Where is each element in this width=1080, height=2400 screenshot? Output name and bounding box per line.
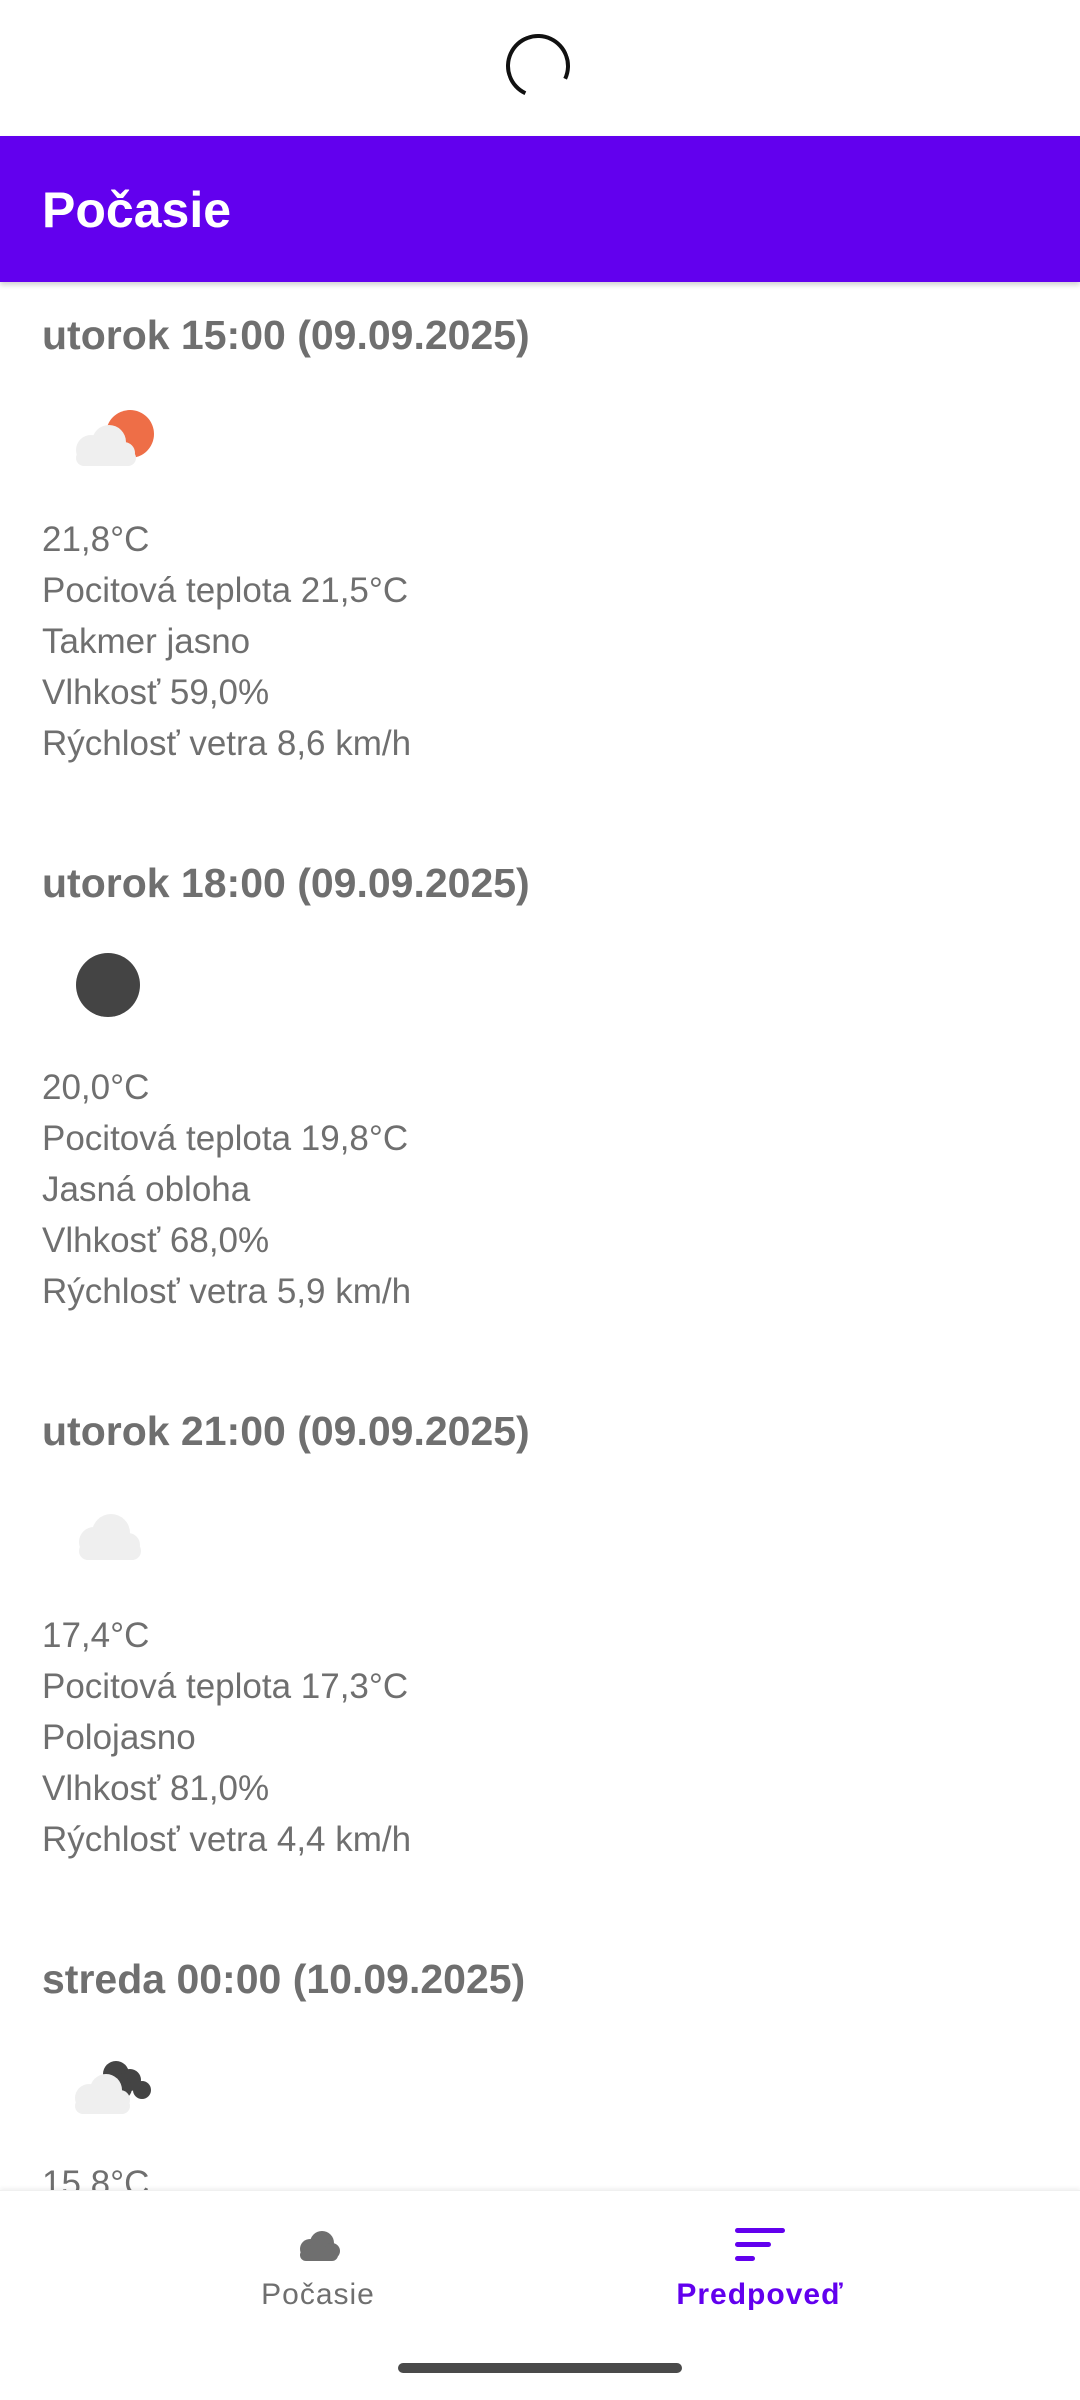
forecast-time-heading: utorok 15:00 (09.09.2025)	[42, 312, 530, 358]
bottom-navigation: Počasie Predpoveď	[0, 2190, 1080, 2400]
temperature-text: 15,8°C	[42, 2164, 150, 2190]
cloudy-night-icon	[75, 2061, 151, 2114]
temperature-text: 20,0°C	[42, 1068, 150, 1107]
forecast-time-heading: streda 00:00 (10.09.2025)	[42, 1956, 526, 2002]
feels-like-text: Pocitová teplota 21,5°C	[42, 571, 409, 610]
wind-speed-text: Rýchlosť vetra 8,6 km/h	[42, 724, 412, 763]
feels-like-text: Pocitová teplota 17,3°C	[42, 1667, 409, 1706]
wind-speed-text: Rýchlosť vetra 5,9 km/h	[42, 1272, 412, 1311]
loading-spinner	[496, 24, 580, 108]
description-text: Jasná obloha	[42, 1170, 251, 1209]
app-bar-title: Počasie	[42, 182, 232, 238]
wind-speed-text: Rýchlosť vetra 4,4 km/h	[42, 1820, 412, 1859]
refresh-area	[0, 0, 1080, 136]
nav-label-predpoved: Predpoveď	[676, 2278, 844, 2311]
nav-label-pocasie: Počasie	[261, 2278, 375, 2311]
humidity-text: Vlhkosť 81,0%	[42, 1769, 270, 1808]
humidity-text: Vlhkosť 59,0%	[42, 673, 270, 712]
description-text: Polojasno	[42, 1718, 196, 1757]
humidity-text: Vlhkosť 68,0%	[42, 1221, 270, 1260]
forecast-details: 21,8°C Pocitová teplota 21,5°C Takmer ja…	[42, 514, 411, 769]
temperature-text: 21,8°C	[42, 520, 150, 559]
partly-sunny-icon	[76, 410, 154, 466]
forecast-details: 15,8°C	[42, 2158, 149, 2190]
nav-item-pocasie[interactable]: Počasie	[168, 2221, 468, 2331]
forecast-list[interactable]: utorok 15:00 (09.09.2025) 21,8°C Pocitov…	[0, 282, 1080, 2190]
screen: Počasie utorok 15:00 (09.09.2025) 21,8°C…	[0, 0, 1080, 2400]
clear-night-icon	[76, 953, 140, 1017]
temperature-text: 17,4°C	[42, 1616, 150, 1655]
app-bar: Počasie	[0, 136, 1080, 282]
description-text: Takmer jasno	[42, 622, 251, 661]
forecast-details: 20,0°C Pocitová teplota 19,8°C Jasná obl…	[42, 1062, 411, 1317]
forecast-time-heading: utorok 21:00 (09.09.2025)	[42, 1408, 530, 1454]
nav-item-predpoved[interactable]: Predpoveď	[610, 2221, 910, 2331]
cloud-icon	[79, 1514, 141, 1560]
sort-lines-icon	[735, 2228, 785, 2261]
cloud-icon	[300, 2231, 340, 2261]
forecast-time-heading: utorok 18:00 (09.09.2025)	[42, 860, 530, 906]
forecast-details: 17,4°C Pocitová teplota 17,3°C Polojasno…	[42, 1610, 411, 1865]
home-indicator[interactable]	[398, 2363, 682, 2373]
feels-like-text: Pocitová teplota 19,8°C	[42, 1119, 409, 1158]
